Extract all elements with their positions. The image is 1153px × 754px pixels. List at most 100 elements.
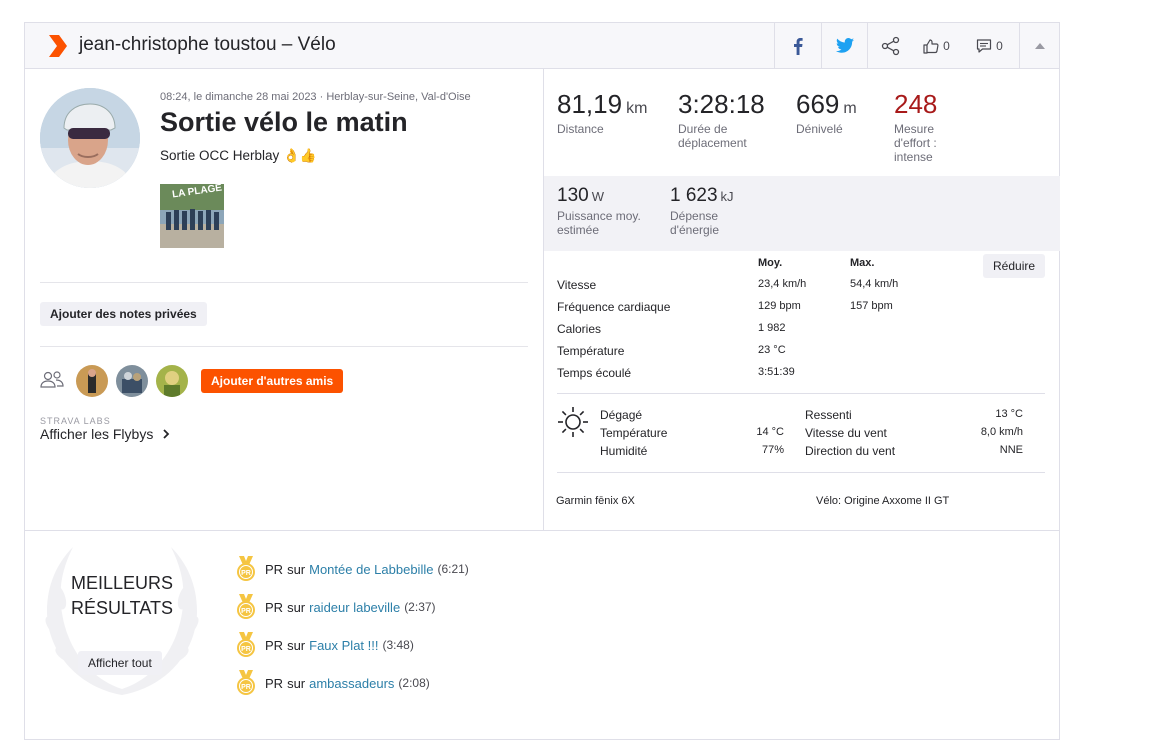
divider [557,393,1045,394]
activity-meta: 08:24, le dimanche 28 mai 2023 · Herblay… [160,91,471,103]
segment-link[interactable]: raideur labeville [309,600,400,615]
segment-time: (2:37) [404,600,436,614]
gear-bike[interactable]: Vélo: Origine Axxome II GT [816,495,949,507]
stat-unit: kJ [720,189,734,204]
pr-medal-text: PR [241,646,251,653]
segment-link[interactable]: ambassadeurs [309,676,394,691]
pr-medal-icon: PR [237,594,255,619]
add-private-notes-button[interactable]: Ajouter des notes privées [40,302,207,326]
stat-label: Dépense d'énergie [670,209,719,237]
pr-medal-text: PR [241,684,251,691]
chevron-right-icon [163,429,170,439]
stat-unit: m [843,100,857,117]
kudos-button[interactable]: 0 [913,23,960,68]
row-label: Temps écoulé [557,366,632,380]
col-header-max: Max. [850,257,875,269]
friend-photo-icon [76,365,108,397]
row-label: Vitesse [557,278,597,292]
weather-temp-label: Température [600,426,668,440]
row-max: 157 bpm [850,300,893,312]
pr-medal-icon: PR [237,670,255,695]
friend-photo-icon [156,365,188,397]
friend-avatar[interactable] [116,365,148,397]
stat-relative-effort[interactable]: 248 Mesure d'effort : intense [894,89,954,164]
flybys-link-label: Afficher les Flybys [40,426,154,442]
flybys-link[interactable]: Afficher les Flybys [40,426,170,442]
divider [557,472,1045,473]
facebook-share-button[interactable] [774,23,821,68]
show-all-button[interactable]: Afficher tout [78,651,162,675]
segment-link[interactable]: Faux Plat !!! [309,638,378,653]
weather-feels-label: Ressenti [805,408,852,422]
pr-medal-icon: PR [237,632,255,657]
stat-energy: 1 623 kJ Dépense d'énergie [670,185,760,237]
reduce-button[interactable]: Réduire [983,254,1046,278]
twitter-icon [835,38,854,53]
friend-avatar[interactable] [156,365,188,397]
weather-wind-speed-label: Vitesse du vent [805,426,887,440]
activity-card: jean-christophe toustou – Vélo 0 0 08:24… [24,22,1060,740]
segment-time: (2:08) [398,676,430,690]
pr-item: PR PR sur ambassadeurs (2:08) [235,670,430,696]
pr-on-word: sur [287,637,306,653]
weather-wind-dir-label: Direction du vent [805,444,896,458]
athlete-activity-title[interactable]: jean-christophe toustou – Vélo [79,34,336,56]
row-avg: 3:51:39 [758,366,795,378]
weather-condition: Dégagé [600,408,643,422]
stat-value: 1 623 [670,185,718,206]
pr-on-word: sur [287,599,306,615]
weather-wind-speed-value: 8,0 km/h [980,426,1023,438]
row-label: Calories [557,322,602,336]
divider [40,346,528,347]
twitter-share-button[interactable] [821,23,867,68]
row-avg: 23 °C [758,344,786,356]
collapse-button[interactable] [1019,23,1059,68]
segment-time: (6:21) [437,562,469,576]
stat-unit: W [591,189,604,204]
activity-title[interactable]: Sortie vélo le matin [160,107,408,138]
group-icon [40,371,64,388]
best-results-title-line: RÉSULTATS [70,598,173,618]
friend-avatar[interactable] [76,365,108,397]
kudos-count: 0 [943,38,950,53]
weather-wind-dir-value: NNE [999,444,1023,456]
activity-photo[interactable]: LA PLAGE [160,184,224,248]
strava-labs-label: STRAVA LABS [40,416,111,426]
stat-value: 248 [894,89,938,119]
stat-moving-time: 3:28:18 Durée de déplacement [678,89,778,150]
stat-value: 3:28:18 [678,89,765,119]
pr-medal-text: PR [241,570,251,577]
segment-link[interactable]: Montée de Labbebille [309,562,433,577]
best-results-title: MEILLEURS RÉSULTATS [63,571,181,621]
secondary-stats: 130 W Puissance moy. estimée 1 623 kJ Dépe… [544,176,1060,251]
row-avg: 129 bpm [758,300,801,312]
stat-label: Mesure d'effort : intense [894,122,937,164]
stat-unit: km [626,100,648,117]
row-avg: 1 982 [758,322,786,334]
strava-chevron-icon [49,35,67,57]
best-results-section: MEILLEURS RÉSULTATS Afficher tout PR PR su… [25,530,1059,740]
stat-label: Puissance moy. estimée [557,209,641,237]
stat-label: Dénivelé [796,122,843,136]
comments-button[interactable]: 0 [960,23,1019,68]
weather-humidity-value: 77% [761,444,784,456]
col-header-avg: Moy. [758,257,783,269]
weather-humidity-label: Humidité [600,444,648,458]
pr-medal-text: PR [241,608,251,615]
pr-item: PR PR sur Faux Plat !!! (3:48) [235,632,414,658]
pr-label: PR [265,561,284,577]
pr-on-word: sur [287,561,306,577]
caret-up-icon [1034,42,1045,49]
athlete-avatar[interactable] [40,88,140,188]
weather-feels-value: 13 °C [995,408,1023,420]
facebook-icon [794,37,803,55]
sun-icon [558,407,588,437]
pr-label: PR [265,675,284,691]
activity-stats: 81,19 km Distance 3:28:18 Durée de déplac… [543,69,1060,530]
activity-header: jean-christophe toustou – Vélo 0 0 [25,23,1059,69]
stat-value: 130 [557,185,589,206]
stat-avg-power: 130 W Puissance moy. estimée [557,185,657,237]
activity-summary: 08:24, le dimanche 28 mai 2023 · Herblay… [25,69,543,530]
add-friends-button[interactable]: Ajouter d'autres amis [201,369,344,393]
share-button[interactable] [867,23,913,68]
